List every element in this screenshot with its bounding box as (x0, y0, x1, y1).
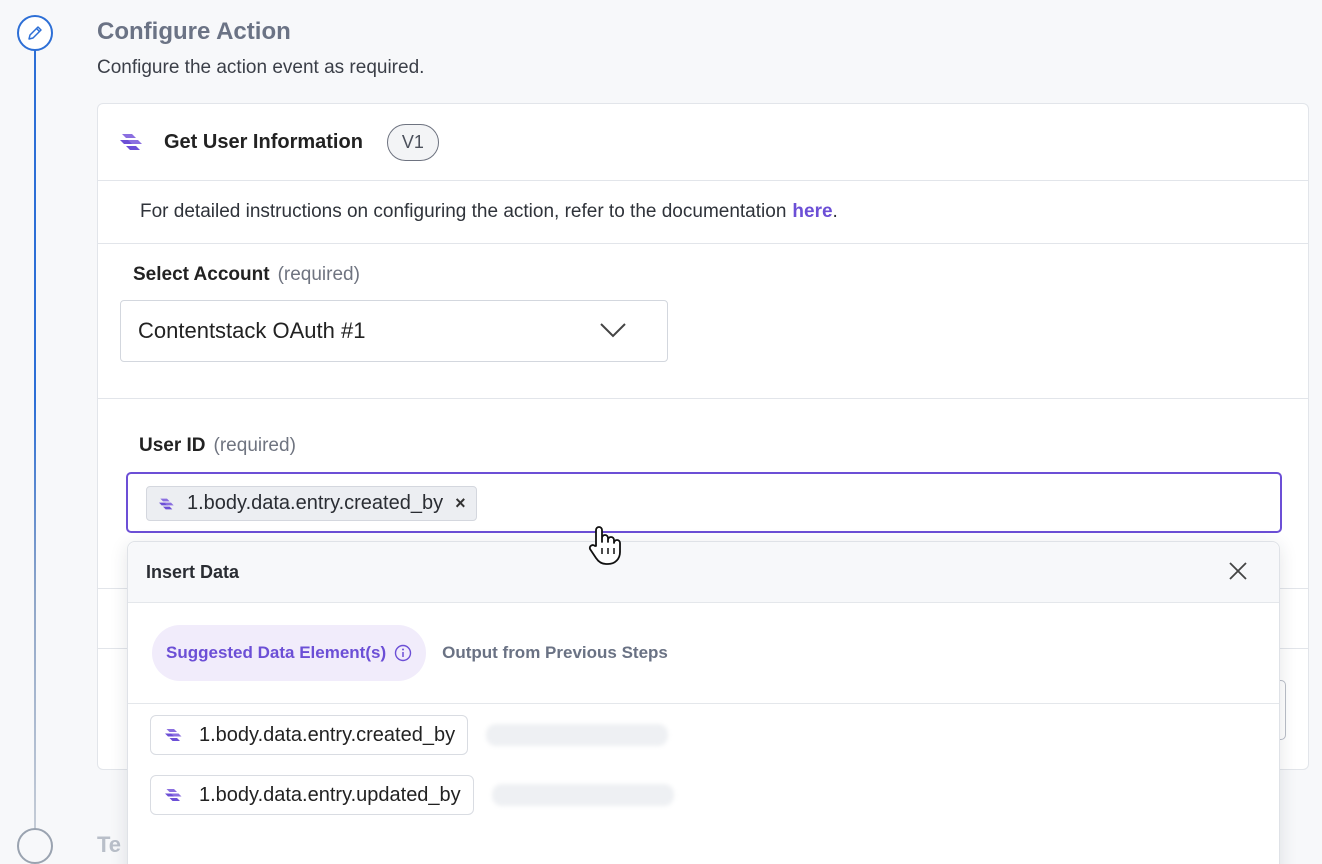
page-title: Configure Action (97, 18, 291, 45)
close-icon[interactable] (1227, 560, 1249, 582)
account-select-value: Contentstack OAuth #1 (138, 318, 366, 343)
step-indicator-configure-action (17, 15, 53, 51)
documentation-hint: For detailed instructions on configuring… (98, 181, 1308, 244)
list-item: 1.body.data.entry.created_by (150, 715, 1279, 755)
step-indicator-next (17, 828, 53, 864)
automate-logo-icon (159, 498, 174, 509)
next-step-title: Te (97, 832, 122, 857)
hand-cursor-icon (588, 526, 621, 565)
token-label: 1.body.data.entry.created_by (187, 492, 444, 514)
action-name: Get User Information (164, 130, 363, 153)
data-element-label: 1.body.data.entry.updated_by (199, 783, 461, 806)
data-element-chip[interactable]: 1.body.data.entry.created_by (150, 715, 469, 755)
popover-tabs: Suggested Data Element(s) Output from Pr… (128, 603, 1279, 704)
user-id-input[interactable]: 1.body.data.entry.created_by × (126, 472, 1282, 533)
account-required: (required) (277, 264, 360, 285)
pencil-icon (28, 26, 42, 40)
blurred-value (486, 724, 669, 746)
account-label: Select Account (required) (133, 264, 360, 286)
version-badge[interactable]: V1 (386, 123, 439, 161)
list-item: 1.body.data.entry.updated_by (150, 775, 1279, 815)
data-element-chip[interactable]: 1.body.data.entry.updated_by (150, 775, 474, 815)
data-token-chip: 1.body.data.entry.created_by × (146, 486, 477, 521)
stepper-rail (34, 50, 36, 830)
tab-suggested-data-elements[interactable]: Suggested Data Element(s) (152, 625, 427, 681)
doc-link[interactable]: here (792, 201, 832, 223)
popover-title: Insert Data (146, 561, 240, 582)
blurred-value (491, 784, 674, 806)
insert-data-popover: Insert Data Suggested Data Element(s) Ou… (127, 541, 1280, 864)
data-element-label: 1.body.data.entry.created_by (199, 723, 456, 746)
remove-token-icon[interactable]: × (455, 493, 466, 514)
doc-text: For detailed instructions on configuring… (140, 201, 787, 222)
doc-suffix: . (832, 201, 838, 222)
popover-header: Insert Data (128, 542, 1279, 603)
info-icon[interactable] (394, 644, 412, 662)
automate-logo-icon (120, 134, 142, 150)
action-header: Get User Information V1 (98, 104, 1308, 181)
account-select[interactable]: Contentstack OAuth #1 (120, 300, 668, 362)
tab-label: Suggested Data Element(s) (166, 643, 387, 662)
chevron-down-icon (600, 323, 626, 338)
user-id-required: (required) (213, 435, 296, 456)
automate-logo-icon (165, 729, 182, 741)
account-label-text: Select Account (133, 264, 270, 285)
user-id-label-text: User ID (139, 435, 206, 456)
tab-output-from-previous-steps[interactable]: Output from Previous Steps (442, 643, 668, 663)
account-section: Select Account (required) Contentstack OA… (98, 244, 1308, 399)
page-subtitle: Configure the action event as required. (97, 57, 425, 78)
user-id-label: User ID (required) (139, 435, 296, 457)
automate-logo-icon (165, 789, 182, 801)
suggested-items-list: 1.body.data.entry.created_by 1.body.data… (128, 704, 1279, 815)
